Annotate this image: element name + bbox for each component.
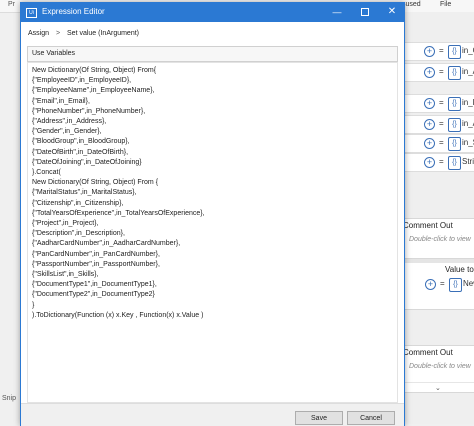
- variable-icon: {}: [448, 97, 461, 111]
- code-line: {"Address",in_Address},: [32, 118, 107, 126]
- maximize-button[interactable]: [358, 5, 372, 19]
- code-line: {"Project",in_Project},: [32, 220, 99, 228]
- code-line: }.Concat(: [32, 169, 61, 177]
- comment-out-block[interactable]: Comment Out Double-click to view: [402, 218, 474, 262]
- maximize-icon: [361, 8, 369, 16]
- add-icon[interactable]: +: [424, 119, 435, 130]
- chevron-down-icon[interactable]: ⌄: [435, 384, 441, 392]
- assign-row[interactable]: + = {} in_C: [402, 42, 474, 61]
- code-line: {"BloodGroup",in_BloodGroup},: [32, 138, 130, 146]
- value-to-label: Value to: [445, 265, 474, 274]
- code-line: }: [32, 301, 35, 309]
- save-button[interactable]: Save: [295, 411, 343, 425]
- code-line: {"MaritalStatus",in_MaritalStatus},: [32, 189, 137, 197]
- double-click-hint: Double-click to view: [409, 363, 471, 370]
- expression-editor-dialog: Ui Expression Editor — ✕ Assign > Set va…: [20, 2, 405, 426]
- code-line: New Dictionary(Of String, Object) From {: [32, 179, 159, 187]
- expression-editor-textarea[interactable]: New Dictionary(Of String, Object) From{ {…: [27, 62, 398, 403]
- add-icon[interactable]: +: [424, 46, 435, 57]
- comment-out-title: Comment Out: [403, 348, 453, 357]
- assign-row-value: in_S: [462, 138, 474, 147]
- window-title: Expression Editor: [42, 7, 105, 16]
- add-icon[interactable]: +: [424, 138, 435, 149]
- assign-row-value: in_A: [462, 67, 474, 76]
- variable-icon: {}: [448, 156, 461, 170]
- breadcrumb-separator: >: [55, 30, 61, 37]
- file-menu[interactable]: File: [440, 1, 451, 8]
- comment-out-block[interactable]: Comment Out Double-click to view ⌄: [402, 345, 474, 393]
- variable-icon: {}: [448, 137, 461, 151]
- add-icon[interactable]: +: [424, 157, 435, 168]
- code-line: {"EmployeeName",in_EmployeeName},: [32, 87, 155, 95]
- variable-icon: {}: [448, 45, 461, 59]
- assign-row[interactable]: + = {} in_A: [402, 63, 474, 82]
- code-line: {"DateOfJoining",in_DateOfJoining}: [32, 158, 142, 166]
- code-line: {"DocumentType2",in_DocumentType2}: [32, 291, 155, 299]
- expression-code[interactable]: New Dictionary(Of String, Object) From{ {…: [32, 66, 205, 321]
- title-bar[interactable]: Ui Expression Editor — ✕: [21, 3, 404, 22]
- minimize-button[interactable]: —: [330, 5, 344, 19]
- code-line: {"PanCardNumber",in_PanCardNumber},: [32, 250, 160, 258]
- code-line: {"TotalYearsOfExperience",in_TotalYearsO…: [32, 209, 205, 217]
- breadcrumb-parent[interactable]: Assign: [28, 30, 49, 37]
- assign-row-value: in_C: [462, 46, 474, 55]
- assign-row[interactable]: + = {} in_A: [402, 115, 474, 134]
- breadcrumb-current: Set value (InArgument): [67, 30, 139, 37]
- variable-icon: {}: [449, 278, 462, 292]
- use-variables-dropdown[interactable]: Use Variables: [27, 46, 398, 62]
- assign-row-value: New: [463, 279, 474, 288]
- add-icon[interactable]: +: [424, 67, 435, 78]
- variable-icon: {}: [448, 66, 461, 80]
- code-line: {"PhoneNumber",in_PhoneNumber},: [32, 107, 146, 115]
- use-variables-label: Use Variables: [32, 50, 76, 57]
- assign-row[interactable]: + = {} in_E: [402, 94, 474, 113]
- assign-block[interactable]: Value to + = {} New: [402, 258, 474, 310]
- cancel-button[interactable]: Cancel: [347, 411, 395, 425]
- assign-row[interactable]: + = {} in_S: [402, 134, 474, 153]
- code-line: New Dictionary(Of String, Object) From{: [32, 67, 157, 74]
- dialog-footer: Save Cancel: [21, 403, 404, 426]
- comment-out-title: Comment Out: [403, 221, 453, 230]
- code-line: {"Email",in_Email},: [32, 97, 90, 105]
- snippets-tab[interactable]: Snip: [2, 395, 16, 402]
- background-toolbar-text: Pr: [8, 1, 15, 8]
- code-line: {"DateOfBirth",in_DateOfBirth},: [32, 148, 129, 156]
- assign-row[interactable]: + = {} New: [403, 276, 474, 293]
- add-icon[interactable]: +: [424, 98, 435, 109]
- code-line: {"Citizenship",in_Citizenship},: [32, 199, 124, 207]
- breadcrumb: Assign > Set value (InArgument): [28, 30, 139, 37]
- app-icon: Ui: [26, 8, 37, 18]
- code-line: {"DocumentType1",in_DocumentType1},: [32, 281, 157, 289]
- assign-row-value: in_A: [462, 119, 474, 128]
- double-click-hint: Double-click to view: [409, 236, 471, 243]
- code-line: {"SkillsList",in_Skills},: [32, 271, 99, 279]
- code-line: {"AadharCardNumber",in_AadharCardNumber}…: [32, 240, 181, 248]
- assign-row[interactable]: + = {} Stri: [402, 153, 474, 172]
- code-line: {"EmployeeID",in_EmployeeID},: [32, 77, 132, 85]
- code-line: {"Description",in_Description},: [32, 230, 125, 238]
- variable-icon: {}: [448, 118, 461, 132]
- add-icon[interactable]: +: [425, 279, 436, 290]
- code-line: {"Gender",in_Gender},: [32, 128, 102, 136]
- code-line: ).ToDictionary(Function (x) x.Key , Func…: [32, 311, 204, 319]
- close-button[interactable]: ✕: [385, 5, 399, 19]
- assign-row-value: Stri: [462, 157, 474, 166]
- code-line: {"PassportNumber",in_PassportNumber},: [32, 260, 160, 268]
- assign-row-value: in_E: [462, 98, 474, 107]
